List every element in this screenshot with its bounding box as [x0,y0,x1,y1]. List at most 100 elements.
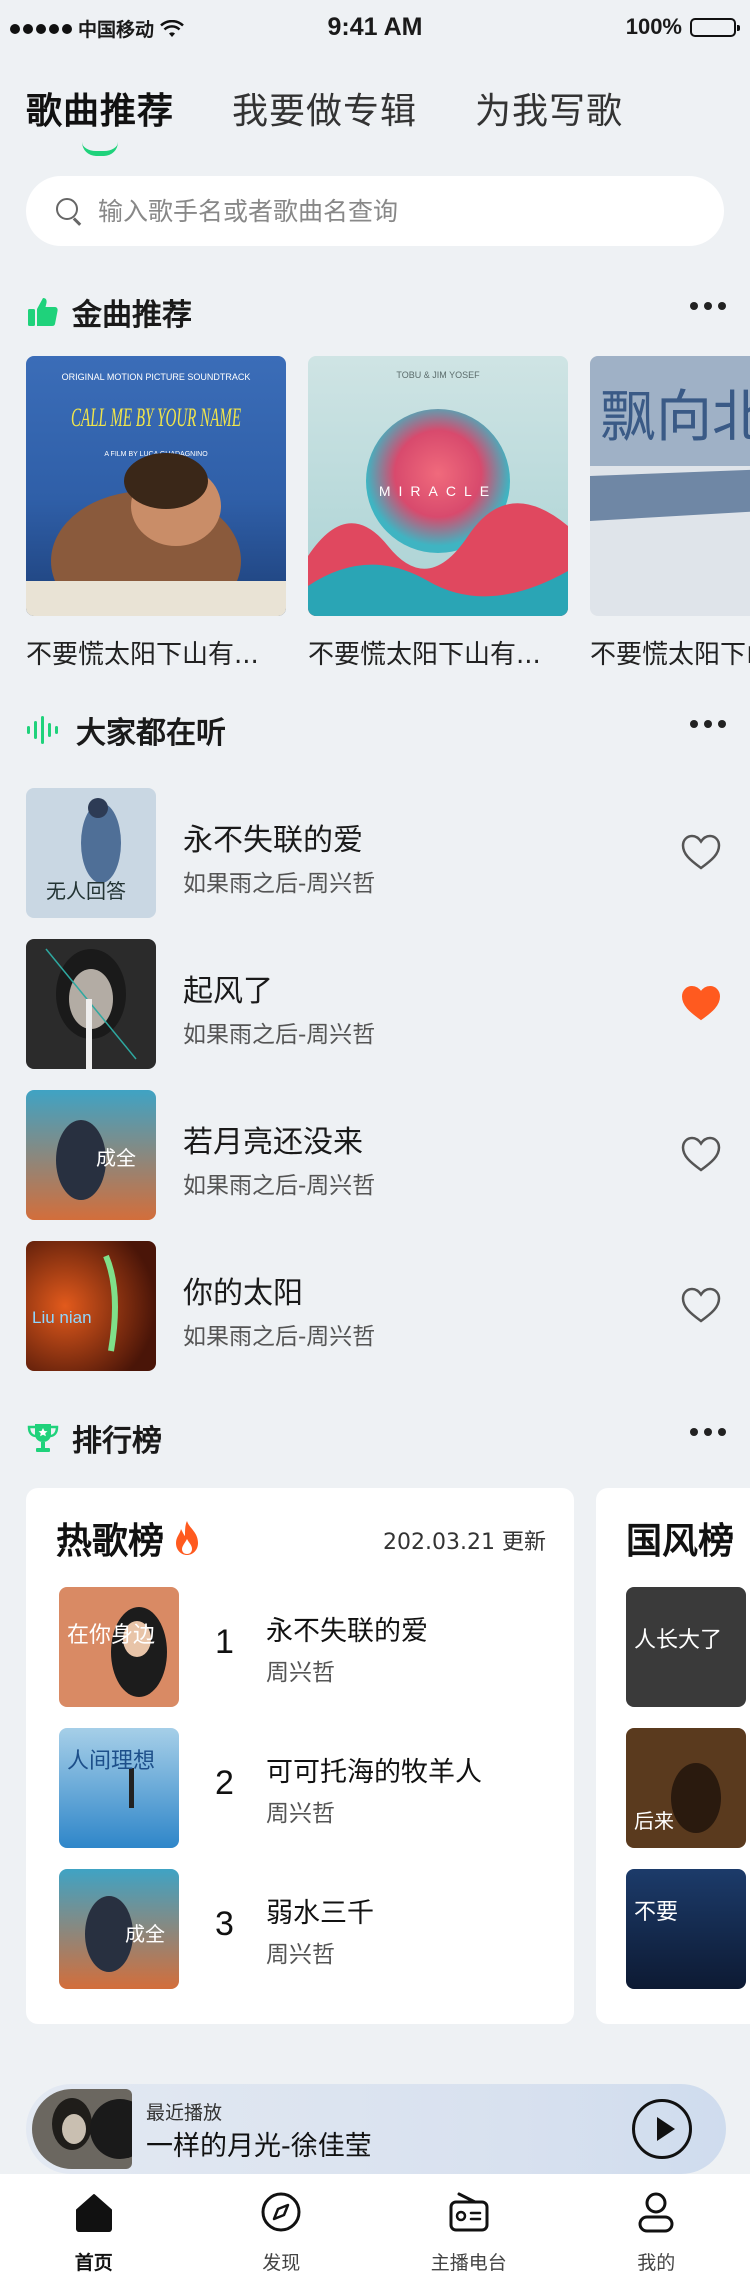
album-cover: ORIGINAL MOTION PICTURE SOUNDTRACK CALL … [26,356,286,616]
guofeng-chart-card[interactable]: 国风榜 人长大了 后来 不要 [596,1488,750,2024]
chart-cover: 成全 [59,1869,179,1989]
album-card[interactable]: 飘向北方 不要慌太阳下山有... [590,356,750,676]
more-icon[interactable] [690,720,726,728]
golden-section-header: 金曲推荐 [26,292,726,333]
heart-outline-icon[interactable] [680,1286,722,1324]
chart-song-artist: 周兴哲 [266,1801,335,1827]
album-title: 不要慌太阳下山有... [308,640,541,670]
chart-song-name: 弱水三千 [266,1898,374,1929]
top-tabs: 歌曲推荐 我要做专辑 为我写歌 [26,82,623,156]
tab-write-song[interactable]: 为我写歌 [475,82,623,134]
chart-song-artist: 周兴哲 [266,1942,335,1968]
list-item[interactable]: 无人回答 永不失联的爱 如果雨之后-周兴哲 [26,788,726,918]
mini-player[interactable]: 最近播放 一样的月光-徐佳莹 [26,2084,726,2174]
album-carousel[interactable]: ORIGINAL MOTION PICTURE SOUNDTRACK CALL … [26,356,750,676]
chart-title: 国风榜 [626,1512,734,1564]
svg-text:不要: 不要 [634,1900,678,1925]
chart-rank: 3 [215,1905,234,1943]
song-artist: 如果雨之后-周兴哲 [183,1324,376,1350]
section-title: 排行榜 [72,1424,162,1459]
radio-icon [449,2192,489,2232]
list-item[interactable]: Liu nian 你的太阳 如果雨之后-周兴哲 [26,1241,726,1371]
mini-player-label: 最近播放 [146,2102,223,2124]
svg-text:人长大了: 人长大了 [634,1628,722,1653]
svg-text:无人回答: 无人回答 [46,879,126,903]
svg-text:飘向北方: 飘向北方 [600,385,750,450]
compass-icon [261,2192,301,2232]
svg-text:在你身边: 在你身边 [67,1623,155,1648]
svg-text:ORIGINAL MOTION PICTURE SOUNDT: ORIGINAL MOTION PICTURE SOUNDTRACK [62,372,251,382]
tab-discover[interactable]: 发现 [188,2174,376,2286]
svg-text:成全: 成全 [96,1146,136,1170]
tab-radio[interactable]: 主播电台 [375,2174,563,2286]
sound-wave-icon [27,716,58,744]
chart-cover[interactable]: 不要 [626,1869,746,1989]
home-icon [75,2194,112,2232]
chart-song-name: 永不失联的爱 [266,1616,428,1647]
chart-carousel[interactable]: 热歌榜 202.03.21 更新 在你身边 1 永不失联的爱 周兴哲 人间理想 … [26,1488,750,2028]
chart-update-date: 202.03.21 更新 [383,1530,546,1555]
chart-row[interactable]: 人间理想 2 可可托海的牧羊人 周兴哲 [59,1728,559,1848]
tab-label: 主播电台 [430,2252,507,2274]
svg-text:TOBU & JIM YOSEF: TOBU & JIM YOSEF [396,370,480,380]
album-title: 不要慌太阳下山有... [26,640,259,670]
heart-outline-icon[interactable] [680,1135,722,1173]
thumbs-up-icon [28,298,58,326]
fire-icon [176,1521,199,1555]
heart-filled-icon[interactable] [680,984,722,1022]
search-input[interactable] [98,196,698,226]
tab-home[interactable]: 首页 [0,2174,188,2286]
svg-text:后来: 后来 [634,1809,674,1833]
svg-text:Liu nian: Liu nian [32,1308,92,1327]
charts-section-header: 排行榜 [26,1418,726,1459]
chart-cover[interactable]: 后来 [626,1728,746,1848]
chart-title-text: 国风榜 [626,1521,735,1562]
bottom-tab-bar: 首页 发现 主播电台 我的 [0,2174,750,2286]
listening-section-header: 大家都在听 [26,710,726,751]
album-cover: TOBU & JIM YOSEF MIRACLE [308,356,568,616]
list-item[interactable]: 起风了 如果雨之后-周兴哲 [26,939,726,1069]
svg-text:人间理想: 人间理想 [67,1749,155,1774]
chart-rank: 1 [215,1623,234,1661]
heart-outline-icon[interactable] [680,833,722,871]
song-cover: 无人回答 [26,788,156,918]
song-cover: Liu nian [26,1241,156,1371]
song-artist: 如果雨之后-周兴哲 [183,1173,376,1199]
chart-cover[interactable]: 人长大了 [626,1587,746,1707]
song-artist: 如果雨之后-周兴哲 [183,1022,376,1048]
chart-cover: 在你身边 [59,1587,179,1707]
mini-player-song: 一样的月光-徐佳莹 [146,2131,372,2162]
song-list: 无人回答 永不失联的爱 如果雨之后-周兴哲 起风了 如果雨之后-周兴哲 成全 若… [26,788,726,1392]
tab-label: 我的 [637,2252,676,2274]
song-artist: 如果雨之后-周兴哲 [183,871,376,897]
search-bar[interactable] [26,176,724,246]
chart-title-text: 热歌榜 [56,1521,165,1562]
more-icon[interactable] [690,1428,726,1436]
section-title: 大家都在听 [76,716,226,751]
tab-make-album[interactable]: 我要做专辑 [232,82,417,134]
chart-song-name: 可可托海的牧羊人 [266,1757,482,1788]
album-title: 不要慌太阳下山有... [590,640,750,670]
tab-label: 我要做专辑 [232,91,418,132]
svg-text:CALL ME BY YOUR NAME: CALL ME BY YOUR NAME [71,403,241,432]
song-name: 永不失联的爱 [183,823,363,858]
tab-mine[interactable]: 我的 [563,2174,750,2286]
more-icon[interactable] [690,302,726,310]
chart-rank: 2 [215,1764,234,1802]
tab-song-recommend[interactable]: 歌曲推荐 [26,82,174,156]
album-cover: 飘向北方 [590,356,750,616]
chart-title: 热歌榜 [56,1512,202,1564]
battery-percent: 100% [625,14,682,39]
tab-label: 首页 [74,2252,113,2274]
mini-player-cover [32,2089,132,2169]
hot-chart-card[interactable]: 热歌榜 202.03.21 更新 在你身边 1 永不失联的爱 周兴哲 人间理想 … [26,1488,574,2024]
album-card[interactable]: TOBU & JIM YOSEF MIRACLE 不要慌太阳下山有... [308,356,568,676]
album-card[interactable]: ORIGINAL MOTION PICTURE SOUNDTRACK CALL … [26,356,286,676]
chart-row[interactable]: 在你身边 1 永不失联的爱 周兴哲 [59,1587,559,1707]
list-item[interactable]: 成全 若月亮还没来 如果雨之后-周兴哲 [26,1090,726,1220]
chart-row[interactable]: 成全 3 弱水三千 周兴哲 [59,1869,559,1989]
song-name: 若月亮还没来 [183,1125,363,1160]
play-icon[interactable] [632,2099,692,2159]
chart-cover: 人间理想 [59,1728,179,1848]
song-name: 你的太阳 [183,1276,303,1311]
